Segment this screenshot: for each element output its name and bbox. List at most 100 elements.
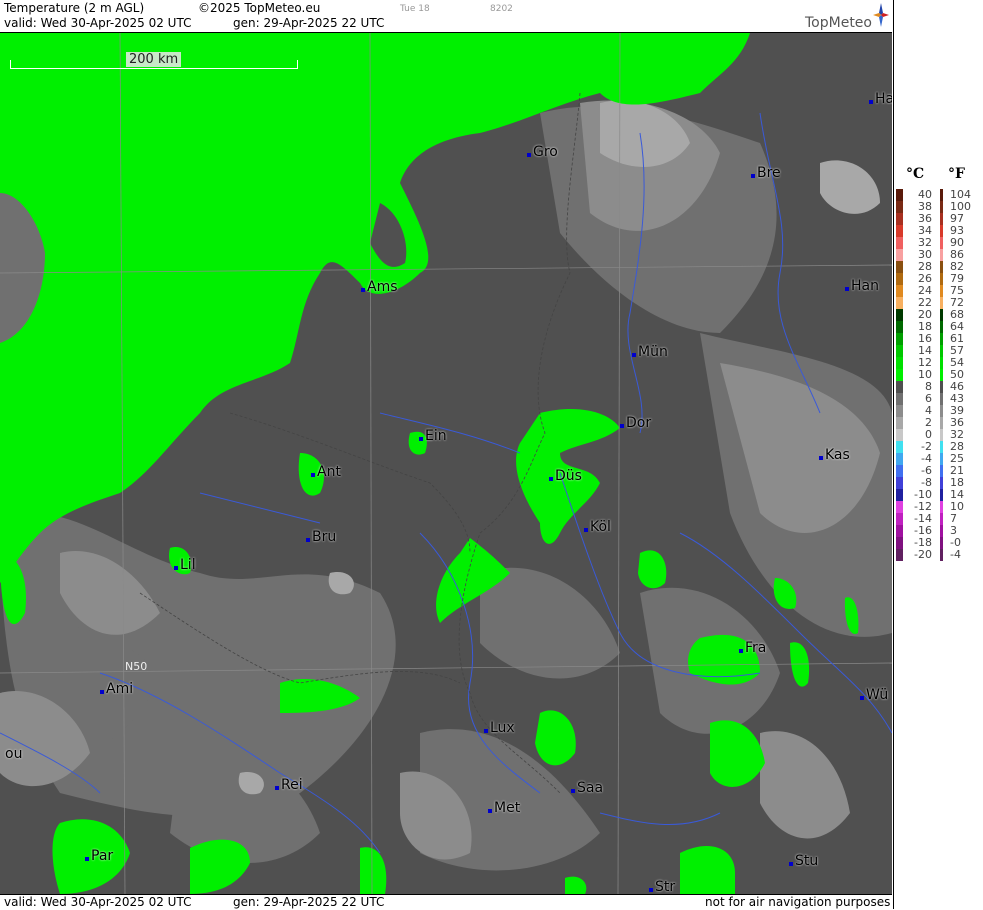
city-label: Lux bbox=[490, 720, 515, 736]
legend-fahrenheit-value: -4 bbox=[950, 548, 961, 561]
legend-fahrenheit-value: 79 bbox=[950, 272, 964, 285]
footer-gen-time: gen: 29-Apr-2025 22 UTC bbox=[233, 895, 385, 909]
legend-celsius-value: 2 bbox=[925, 416, 932, 429]
legend-celsius-value: 34 bbox=[918, 224, 932, 237]
temperature-map[interactable]: 200 km N50 Ha Gro Bre Ams Han Mün Ein Dor Ant Düs… bbox=[0, 33, 892, 894]
disclaimer: not for air navigation purposes bbox=[705, 895, 891, 909]
city-label: Ams bbox=[367, 279, 398, 295]
gen-time: gen: 29-Apr-2025 22 UTC bbox=[233, 16, 385, 30]
city-label: Kas bbox=[825, 447, 850, 463]
city-label: Lil bbox=[180, 557, 196, 573]
city-dot-icon bbox=[484, 729, 488, 733]
city-label: Par bbox=[91, 848, 114, 864]
legend-celsius-value: -14 bbox=[914, 512, 932, 525]
legend-swatch-f bbox=[940, 513, 943, 525]
legend-celsius-value: -12 bbox=[914, 500, 932, 513]
legend-swatch-f bbox=[940, 189, 943, 201]
celsius-header: °C bbox=[906, 166, 925, 182]
legend-fahrenheit-value: 61 bbox=[950, 332, 964, 345]
legend-fahrenheit-value: 7 bbox=[950, 512, 957, 525]
legend-fahrenheit-value: 18 bbox=[950, 476, 964, 489]
legend-celsius-value: -4 bbox=[921, 452, 932, 465]
city-dot-icon bbox=[649, 888, 653, 892]
legend-celsius-value: 22 bbox=[918, 296, 932, 309]
legend-celsius-value: 26 bbox=[918, 272, 932, 285]
legend-fahrenheit-value: 93 bbox=[950, 224, 964, 237]
legend-fahrenheit-value: 50 bbox=[950, 368, 964, 381]
legend-swatch-f bbox=[940, 321, 943, 333]
legend-fahrenheit-value: 43 bbox=[950, 392, 964, 405]
legend-swatch-f bbox=[940, 249, 943, 261]
legend-celsius-value: -8 bbox=[921, 476, 932, 489]
city-label: Saa bbox=[577, 780, 604, 796]
legend-fahrenheit-value: 46 bbox=[950, 380, 964, 393]
legend-fahrenheit-value: 28 bbox=[950, 440, 964, 453]
city-label: Dor bbox=[626, 415, 652, 431]
legend-fahrenheit-value: 39 bbox=[950, 404, 964, 417]
city-label: Bru bbox=[312, 529, 337, 545]
legend-celsius-value: 0 bbox=[925, 428, 932, 441]
legend-swatch-f bbox=[940, 357, 943, 369]
legend-celsius-value: -6 bbox=[921, 464, 932, 477]
legend-swatch-f bbox=[940, 381, 943, 393]
map-canvas bbox=[0, 33, 892, 894]
legend-fahrenheit-value: 25 bbox=[950, 452, 964, 465]
latitude-label: N50 bbox=[125, 660, 148, 673]
city-dot-icon bbox=[275, 786, 279, 790]
color-legend: °C °F 40 104 38 100 36 97 34 93 32 90 30 86 28 82 26 79… bbox=[893, 0, 983, 909]
city-dot-icon bbox=[845, 287, 849, 291]
scale-label: 200 km bbox=[126, 52, 182, 67]
city-dot-icon bbox=[100, 690, 104, 694]
legend-celsius-value: -2 bbox=[921, 440, 932, 453]
city-dot-icon bbox=[819, 456, 823, 460]
fahrenheit-header: °F bbox=[948, 166, 965, 182]
city-label: Ein bbox=[425, 428, 447, 444]
legend-swatch-f bbox=[940, 297, 943, 309]
legend-fahrenheit-value: 57 bbox=[950, 344, 964, 357]
city-label: Stu bbox=[795, 853, 819, 869]
valid-time: valid: Wed 30-Apr-2025 02 UTC bbox=[4, 16, 192, 30]
legend-celsius-value: 24 bbox=[918, 284, 932, 297]
city-dot-icon bbox=[527, 153, 531, 157]
legend-swatch-f bbox=[940, 369, 943, 381]
copyright: ©2025 TopMeteo.eu bbox=[198, 1, 321, 15]
legend-celsius-value: 20 bbox=[918, 308, 932, 321]
legend-fahrenheit-value: 54 bbox=[950, 356, 964, 369]
city-dot-icon bbox=[85, 857, 89, 861]
city-label: Bre bbox=[757, 165, 781, 181]
legend-celsius-value: 4 bbox=[925, 404, 932, 417]
city-dot-icon bbox=[306, 538, 310, 542]
city-dot-icon bbox=[419, 437, 423, 441]
legend-swatch-f bbox=[940, 549, 943, 561]
legend-swatch-f bbox=[940, 441, 943, 453]
city-dot-icon bbox=[860, 696, 864, 700]
legend-swatch-f bbox=[940, 333, 943, 345]
city-dot-icon bbox=[549, 477, 553, 481]
legend-celsius-value: 40 bbox=[918, 188, 932, 201]
legend-fahrenheit-value: 104 bbox=[950, 188, 971, 201]
legend-celsius-value: -10 bbox=[914, 488, 932, 501]
legend-fahrenheit-value: 68 bbox=[950, 308, 964, 321]
legend-celsius-value: 14 bbox=[918, 344, 932, 357]
legend-fahrenheit-value: 64 bbox=[950, 320, 964, 333]
logo-text: TopMeteo bbox=[805, 15, 872, 31]
legend-fahrenheit-value: -0 bbox=[950, 536, 961, 549]
city-label: Köl bbox=[590, 519, 611, 535]
legend-swatch-f bbox=[940, 201, 943, 213]
city-label: Ant bbox=[317, 464, 341, 480]
legend-fahrenheit-value: 97 bbox=[950, 212, 964, 225]
legend-swatch-f bbox=[940, 237, 943, 249]
city-dot-icon bbox=[361, 288, 365, 292]
city-label: ou bbox=[5, 746, 23, 762]
city-dot-icon bbox=[174, 566, 178, 570]
legend-swatch-f bbox=[940, 525, 943, 537]
city-label: Wü bbox=[866, 687, 889, 703]
legend-celsius-value: 6 bbox=[925, 392, 932, 405]
city-dot-icon bbox=[789, 862, 793, 866]
legend-celsius-value: 8 bbox=[925, 380, 932, 393]
legend-swatch-f bbox=[940, 213, 943, 225]
legend-celsius-value: 28 bbox=[918, 260, 932, 273]
legend-swatch-f bbox=[940, 417, 943, 429]
legend-swatch-f bbox=[940, 537, 943, 549]
header-bar: Temperature (2 m AGL) ©2025 TopMeteo.eu … bbox=[0, 0, 892, 33]
